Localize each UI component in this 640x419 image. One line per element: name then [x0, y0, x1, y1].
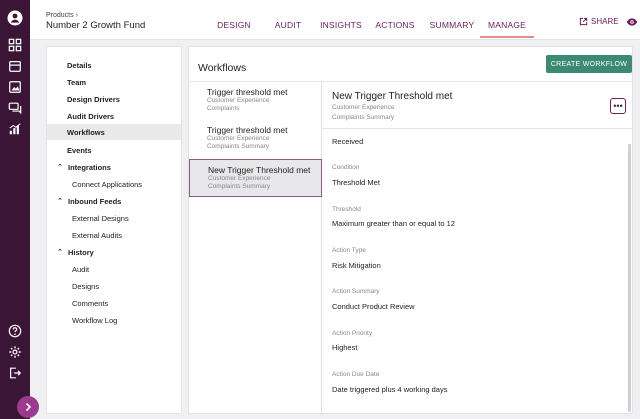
workflow-subcategory: Complaints: [207, 105, 240, 112]
detail-title: New Trigger Threshold met: [332, 91, 453, 102]
sidebar-item-design-drivers[interactable]: Design Drivers: [47, 91, 181, 107]
sidebar-group-label: Inbound Feeds: [68, 196, 122, 206]
workflow-title: New Trigger Threshold met: [208, 165, 311, 175]
app-rail: [0, 0, 30, 419]
chevron-up-icon: ⌃: [57, 249, 63, 256]
field-label: Condition: [332, 164, 360, 171]
detail-category: Customer Experience: [332, 104, 395, 111]
field-value: Threshold Met: [332, 178, 380, 187]
field-label: Action Due Date: [332, 371, 380, 378]
help-icon[interactable]: [7, 323, 23, 339]
sidebar-group-inbound-feeds[interactable]: ⌃ Inbound Feeds: [47, 193, 181, 209]
workflows-panel: Workflows CREATE WORKFLOW Trigger thresh…: [188, 46, 633, 414]
sidebar-item-details[interactable]: Details: [47, 57, 181, 73]
chevron-right-icon: [25, 402, 32, 412]
sidebar-group-history[interactable]: ⌃ History: [47, 244, 181, 260]
breadcrumb[interactable]: Products ›: [46, 12, 78, 19]
workflow-category: Customer Experience: [207, 135, 270, 142]
sidebar-item-team[interactable]: Team: [47, 74, 181, 90]
breadcrumb-separator: ›: [75, 12, 78, 19]
workflow-list: Trigger threshold met Customer Experienc…: [189, 81, 322, 414]
field-value: Maximum greater than or equal to 12: [332, 219, 455, 228]
workflow-title: Trigger threshold met: [207, 87, 288, 97]
detail-trigger-value: Received: [332, 137, 364, 146]
sidebar-item-designs[interactable]: Designs: [47, 278, 181, 294]
divider: [322, 128, 633, 129]
tab-insights[interactable]: INSIGHTS: [314, 0, 368, 40]
chart-icon[interactable]: [7, 121, 23, 137]
workflow-list-item[interactable]: Trigger threshold met Customer Experienc…: [189, 82, 322, 120]
image-icon[interactable]: [7, 79, 23, 95]
field-label: Action Type: [332, 247, 366, 254]
sidebar-group-label: History: [68, 247, 94, 257]
scrollbar[interactable]: [628, 144, 631, 412]
share-button[interactable]: SHARE: [579, 17, 619, 26]
workflow-title: Trigger threshold met: [207, 125, 288, 135]
field-label: Action Priority: [332, 330, 373, 337]
tab-design[interactable]: DESIGN: [206, 0, 262, 40]
sidebar-item-connect-applications[interactable]: Connect Applications: [47, 176, 181, 192]
tab-audit[interactable]: AUDIT: [270, 0, 306, 40]
page-title: Number 2 Growth Fund: [46, 20, 146, 31]
manage-sidebar: Details Team Design Drivers Audit Driver…: [46, 46, 182, 414]
user-circle-icon[interactable]: [6, 9, 24, 27]
sidebar-item-workflow-log[interactable]: Workflow Log: [47, 312, 181, 328]
expand-rail-button[interactable]: [17, 396, 39, 418]
workflow-subcategory: Complaints Summary: [208, 183, 271, 190]
detail-subcategory: Complaints Summary: [332, 114, 395, 121]
field-value: Date triggered plus 4 working days: [332, 385, 448, 394]
tab-manage[interactable]: MANAGE: [480, 0, 534, 40]
section-title: Workflows: [198, 62, 247, 74]
sidebar-item-comments[interactable]: Comments: [47, 295, 181, 311]
share-label: SHARE: [591, 17, 619, 26]
share-icon: [579, 17, 588, 26]
workflow-category: Customer Experience: [207, 97, 270, 104]
sidebar-item-events[interactable]: Events: [47, 142, 181, 158]
eye-icon[interactable]: [626, 16, 638, 28]
tab-summary[interactable]: SUMMARY: [424, 0, 480, 40]
sidebar-item-audit-drivers[interactable]: Audit Drivers: [47, 108, 181, 124]
workflow-category: Customer Experience: [208, 175, 271, 182]
logout-icon[interactable]: [7, 365, 23, 381]
breadcrumb-parent[interactable]: Products: [46, 12, 74, 19]
sidebar-item-external-designs[interactable]: External Designs: [47, 210, 181, 226]
dashboard-icon[interactable]: [7, 37, 23, 53]
field-value: Risk Mitigation: [332, 261, 381, 270]
settings-icon[interactable]: [7, 344, 23, 360]
workflow-subcategory: Complaints Summary: [207, 143, 270, 150]
calendar-icon[interactable]: [7, 58, 23, 74]
chat-icon[interactable]: [7, 100, 23, 116]
field-value: Highest: [332, 343, 358, 352]
field-label: Action Summary: [332, 288, 380, 295]
tab-bar: DESIGN AUDIT INSIGHTS ACTIONS SUMMARY MA…: [206, 0, 534, 40]
sidebar-item-audit[interactable]: Audit: [47, 261, 181, 277]
sidebar-item-workflows[interactable]: Workflows: [47, 124, 181, 140]
field-label: Threshold: [332, 206, 361, 213]
workflow-list-item-selected[interactable]: New Trigger Threshold met Customer Exper…: [189, 159, 322, 197]
chevron-up-icon: ⌃: [57, 198, 63, 205]
sidebar-group-label: Integrations: [68, 162, 111, 172]
workflow-detail: New Trigger Threshold met Customer Exper…: [322, 81, 633, 414]
create-workflow-button[interactable]: CREATE WORKFLOW: [546, 55, 632, 73]
workflow-list-item[interactable]: Trigger threshold met Customer Experienc…: [189, 120, 322, 158]
sidebar-item-external-audits[interactable]: External Audits: [47, 227, 181, 243]
more-options-button[interactable]: •••: [610, 98, 626, 114]
header: Products › Number 2 Growth Fund DESIGN A…: [30, 0, 640, 40]
sidebar-group-integrations[interactable]: ⌃ Integrations: [47, 159, 181, 175]
field-value: Conduct Product Review: [332, 302, 415, 311]
tab-actions[interactable]: ACTIONS: [370, 0, 420, 40]
chevron-up-icon: ⌃: [57, 164, 63, 171]
